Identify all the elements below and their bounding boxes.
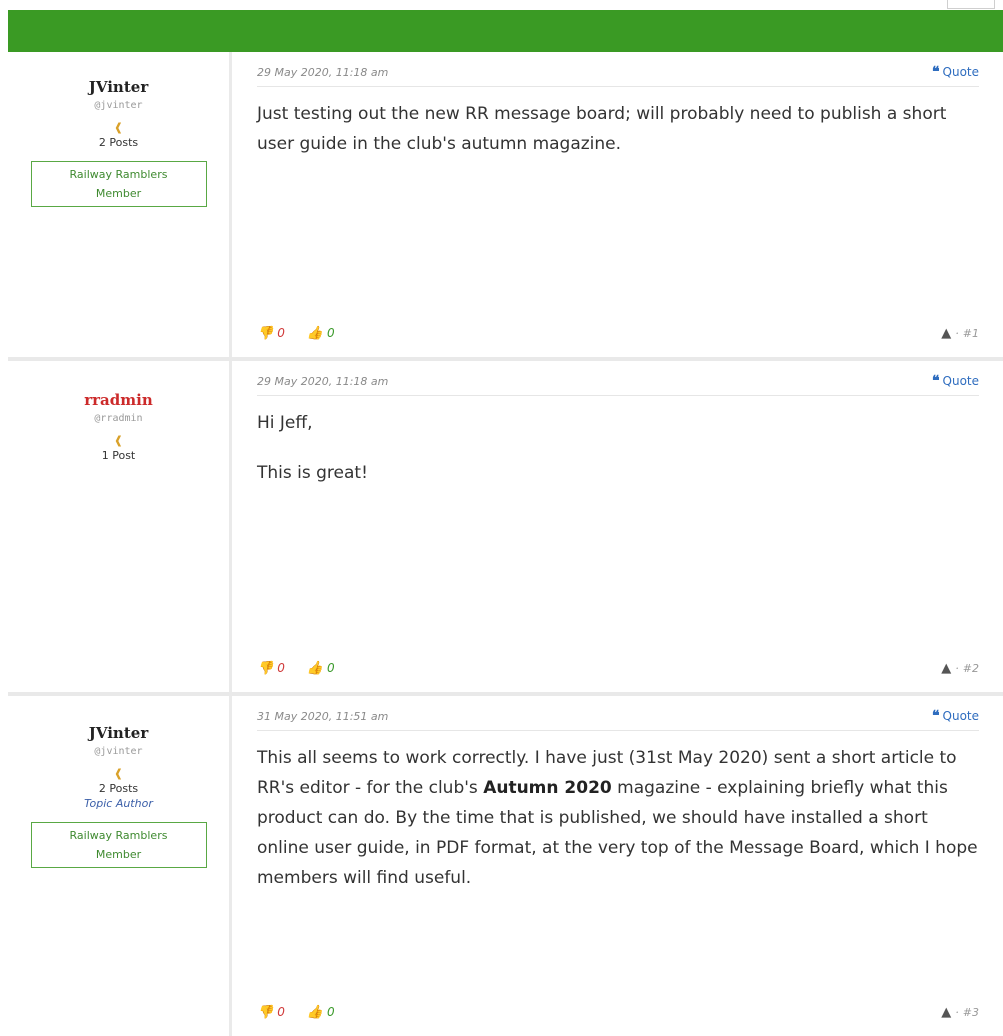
thumbs-down-icon: 👎 (257, 325, 274, 341)
vote-group: 👎 0 👍 0 (257, 661, 335, 676)
dislike-button[interactable]: 👎 0 (257, 1005, 285, 1020)
badge-line: Railway Ramblers (69, 829, 168, 842)
dislike-count: 0 (277, 661, 285, 675)
post-reference: ▲ · #3 (941, 1004, 979, 1020)
member-badge: Railway Ramblers Member (30, 822, 207, 868)
forum-post: rradmin @rradmin ❰ 1 Post 29 May 2020, 1… (8, 361, 1003, 696)
post-footer: 👎 0 👍 0 ▲ · #3 (257, 1002, 979, 1022)
author-post-count: 2 Posts (98, 136, 139, 149)
post-content: 29 May 2020, 11:18 am ❝ Quote Just testin… (232, 52, 1003, 357)
rank-icon: ❰ (113, 434, 124, 447)
post-header: 31 May 2020, 11:51 am ❝ Quote (257, 702, 979, 731)
quote-label: Quote (942, 65, 979, 79)
quote-icon: ❝ (931, 373, 940, 389)
thumbs-down-icon: 👎 (257, 1004, 274, 1020)
post-author-panel: JVinter @jvinter ❰ 2 Posts Topic Author … (8, 696, 232, 1036)
warning-icon[interactable]: ▲ (941, 661, 951, 676)
author-name[interactable]: rradmin (84, 391, 153, 409)
post-footer: 👎 0 👍 0 ▲ · #1 (257, 323, 979, 343)
like-button[interactable]: 👍 0 (307, 1005, 335, 1020)
post-reference: ▲ · #1 (941, 325, 979, 341)
member-badge: Railway Ramblers Member (30, 161, 207, 207)
like-count: 0 (327, 1005, 335, 1019)
post-date: 29 May 2020, 11:18 am (257, 374, 389, 388)
post-body: Hi Jeff, This is great! (257, 408, 979, 488)
topic-author-label: Topic Author (84, 797, 153, 810)
dislike-button[interactable]: 👎 0 (257, 326, 285, 341)
quote-icon: ❝ (931, 64, 940, 80)
post-paragraph: This all seems to work correctly. I have… (257, 743, 979, 893)
rank-icon: ❰ (113, 121, 124, 134)
post-date: 29 May 2020, 11:18 am (257, 65, 389, 79)
quote-button[interactable]: ❝ Quote (932, 708, 979, 724)
thumbs-up-icon: 👍 (306, 1004, 324, 1020)
post-content: 31 May 2020, 11:51 am ❝ Quote This all se… (232, 696, 1003, 1036)
post-body: This all seems to work correctly. I have… (257, 743, 979, 893)
post-paragraph: This is great! (257, 463, 368, 483)
author-name[interactable]: JVinter (89, 78, 148, 96)
author-handle: @jvinter (94, 100, 143, 111)
post-author-panel: JVinter @jvinter ❰ 2 Posts Railway Rambl… (8, 52, 232, 357)
top-corner-tab (947, 0, 995, 9)
like-button[interactable]: 👍 0 (307, 326, 335, 341)
like-button[interactable]: 👍 0 (307, 661, 335, 676)
like-count: 0 (327, 326, 335, 340)
warning-icon[interactable]: ▲ (941, 1005, 951, 1020)
like-count: 0 (327, 661, 335, 675)
forum-post: JVinter @jvinter ❰ 2 Posts Railway Rambl… (8, 52, 1003, 361)
dislike-button[interactable]: 👎 0 (257, 661, 285, 676)
post-header: 29 May 2020, 11:18 am ❝ Quote (257, 58, 979, 87)
author-handle: @jvinter (94, 746, 143, 757)
author-post-count: 2 Posts (98, 782, 139, 795)
post-number[interactable]: #2 (963, 662, 979, 675)
post-text-bold: Autumn 2020 (483, 778, 612, 798)
post-paragraph: Hi Jeff, (257, 413, 313, 433)
rank-icon: ❰ (113, 767, 124, 780)
post-reference: ▲ · #2 (941, 660, 979, 676)
quote-label: Quote (942, 374, 979, 388)
quote-button[interactable]: ❝ Quote (932, 373, 979, 389)
post-number[interactable]: #3 (963, 1006, 979, 1019)
badge-line: Member (95, 848, 142, 861)
quote-button[interactable]: ❝ Quote (932, 64, 979, 80)
badge-line: Member (95, 187, 142, 200)
post-body: Just testing out the new RR message boar… (257, 99, 979, 159)
post-date: 31 May 2020, 11:51 am (257, 709, 389, 723)
topic-header-bar (8, 10, 1003, 52)
thumbs-down-icon: 👎 (257, 660, 274, 676)
author-name[interactable]: JVinter (89, 724, 148, 742)
post-paragraph: Just testing out the new RR message boar… (257, 104, 947, 154)
author-post-count: 1 Post (101, 449, 136, 462)
warning-icon[interactable]: ▲ (941, 326, 951, 341)
badge-line: Railway Ramblers (69, 168, 168, 181)
author-handle: @rradmin (94, 413, 143, 424)
vote-group: 👎 0 👍 0 (257, 1005, 335, 1020)
vote-group: 👎 0 👍 0 (257, 326, 335, 341)
forum-post: JVinter @jvinter ❰ 2 Posts Topic Author … (8, 696, 1003, 1036)
post-author-panel: rradmin @rradmin ❰ 1 Post (8, 361, 232, 692)
dislike-count: 0 (277, 1005, 285, 1019)
thumbs-up-icon: 👍 (306, 325, 324, 341)
post-content: 29 May 2020, 11:18 am ❝ Quote Hi Jeff, Th… (232, 361, 1003, 692)
post-number[interactable]: #1 (963, 327, 979, 340)
dislike-count: 0 (277, 326, 285, 340)
quote-label: Quote (942, 709, 979, 723)
quote-icon: ❝ (931, 708, 940, 724)
thumbs-up-icon: 👍 (306, 660, 324, 676)
post-header: 29 May 2020, 11:18 am ❝ Quote (257, 367, 979, 396)
post-footer: 👎 0 👍 0 ▲ · #2 (257, 658, 979, 678)
